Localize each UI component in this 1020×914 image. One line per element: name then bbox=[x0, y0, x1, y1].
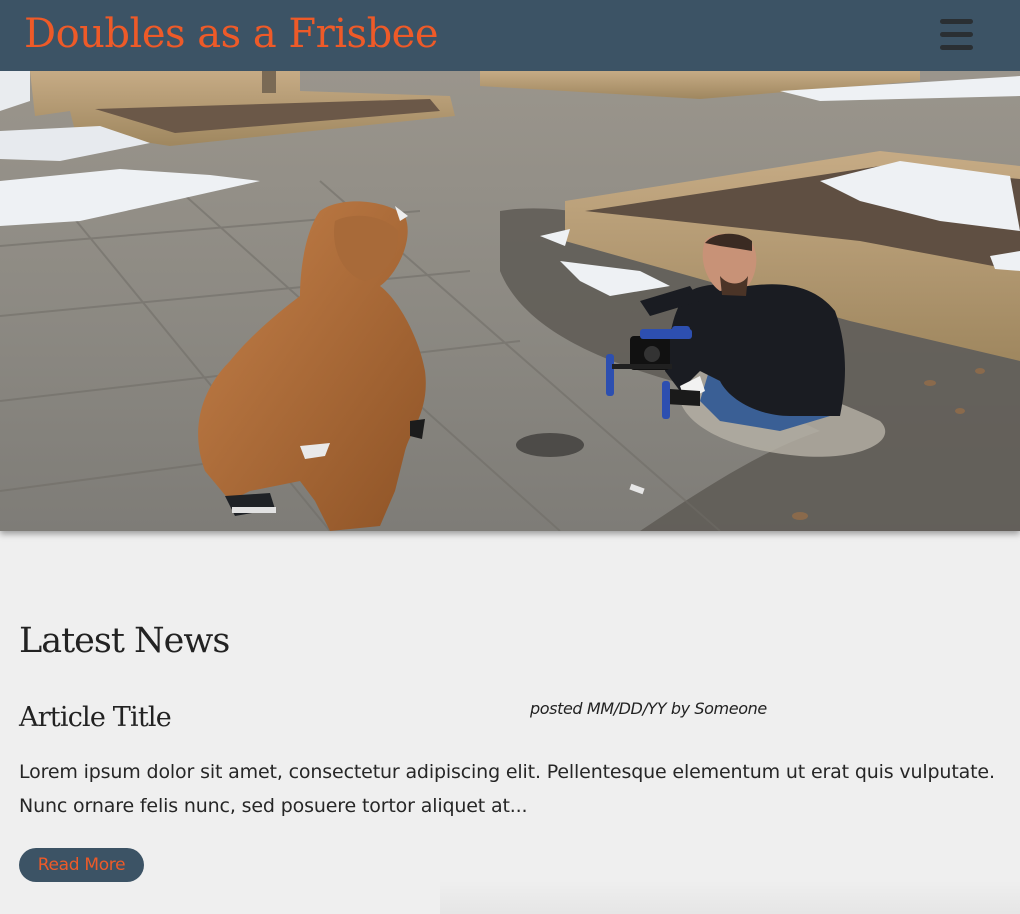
menu-bar bbox=[940, 19, 973, 24]
site-title[interactable]: Doubles as a Frisbee bbox=[24, 8, 439, 60]
hamburger-menu-icon[interactable] bbox=[940, 17, 974, 53]
hero-image bbox=[0, 71, 1020, 531]
bottom-shadow bbox=[440, 880, 1020, 914]
menu-bar bbox=[940, 32, 973, 37]
read-more-button[interactable]: Read More bbox=[19, 848, 144, 882]
section-heading: Latest News bbox=[19, 621, 230, 661]
article-excerpt: Lorem ipsum dolor sit amet, consectetur … bbox=[19, 761, 995, 817]
article-meta: posted MM/DD/YY by Someone bbox=[530, 699, 767, 718]
site-header: Doubles as a Frisbee bbox=[0, 0, 1020, 71]
article-title[interactable]: Article Title bbox=[19, 701, 172, 735]
menu-bar bbox=[940, 45, 973, 50]
